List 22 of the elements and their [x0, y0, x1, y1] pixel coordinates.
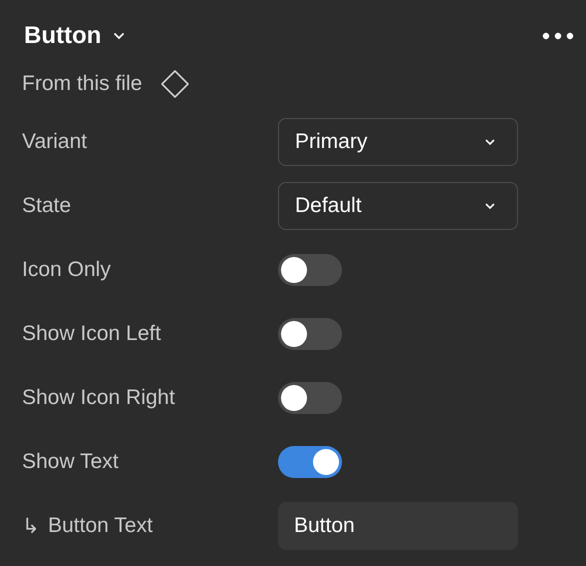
toggle-switch[interactable]	[278, 382, 342, 414]
property-label: Show Text	[22, 450, 118, 474]
text-input-field[interactable]: Button	[278, 502, 518, 550]
toggle-switch[interactable]	[278, 318, 342, 350]
property-label: Icon Only	[22, 258, 111, 282]
select-dropdown[interactable]: Primary	[278, 118, 518, 166]
component-title-dropdown[interactable]: Button	[22, 22, 126, 50]
select-dropdown[interactable]: Default	[278, 182, 518, 230]
chevron-down-icon	[485, 202, 495, 210]
property-label: Variant	[22, 130, 87, 154]
source-label: From this file	[22, 72, 142, 96]
toggle-switch[interactable]	[278, 446, 342, 478]
chevron-down-icon	[113, 32, 126, 40]
property-label: State	[22, 194, 72, 218]
property-label: Show Icon Left	[22, 322, 161, 346]
more-options-icon[interactable]	[542, 32, 574, 40]
toggle-switch[interactable]	[278, 254, 342, 286]
diamond-icon	[160, 69, 190, 99]
property-label: Show Icon Right	[22, 386, 175, 410]
property-label: Button Text	[48, 514, 153, 538]
nested-arrow-icon: ↳	[22, 514, 40, 538]
chevron-down-icon	[485, 138, 495, 146]
